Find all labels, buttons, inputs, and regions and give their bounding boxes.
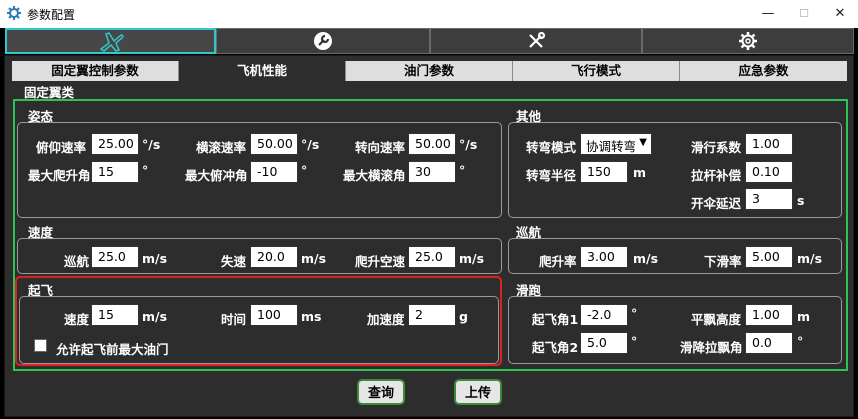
flare-angle-label: 滑降拉飘角 [680,340,743,355]
max-throttle-label: 允许起飞前最大油门 [56,342,169,357]
max-dive-input[interactable]: -10 [250,161,298,183]
subtab-fixed-wing-control[interactable]: 固定翼控制参数 [12,61,179,81]
takeoff-accel-unit: g [459,309,468,324]
turn-mode-select[interactable]: 协调转弯 ▼ [580,133,652,155]
roll-rate-unit: °/s [301,137,320,152]
gear-icon [7,6,21,20]
takeoff-accel-label: 加速度 [367,312,405,327]
pitch-rate-label: 俯仰速率 [36,140,87,155]
max-climb-unit: ° [142,163,149,178]
turn-radius-input[interactable]: 150 [580,161,628,183]
subtab-emergency[interactable]: 应急参数 [680,61,847,81]
turn-radius-unit: m [633,165,647,180]
turn-mode-label: 转弯模式 [526,140,577,155]
tab-settings[interactable] [642,28,854,54]
max-dive-label: 最大俯冲角 [185,168,248,183]
other-title: 其他 [516,109,542,124]
stall-speed-input[interactable]: 20.0 [250,246,298,268]
max-bank-unit: ° [459,163,466,178]
subtab-flight-mode[interactable]: 飞行模式 [513,61,680,81]
tab-maintenance[interactable] [216,28,430,54]
climb-rate-label: 爬升率 [539,254,577,269]
max-dive-unit: ° [301,163,308,178]
cruise-speed-unit: m/s [142,251,168,266]
maximize-button[interactable]: ☐ [794,4,814,24]
takeoff-time-label: 时间 [221,312,247,327]
close-button[interactable]: ✕ [830,4,850,24]
cruise-title: 巡航 [516,225,542,240]
tab-airplane[interactable] [5,28,216,54]
sink-rate-input[interactable]: 5.00 [745,246,793,268]
pitch-rate-unit: °/s [142,137,161,152]
chute-delay-input[interactable]: 3 [745,188,793,210]
icon-tab-bar [0,28,858,54]
dropdown-arrow-icon: ▼ [639,137,647,148]
takeoff-accel-input[interactable]: 2 [408,304,456,326]
gear-icon [739,32,757,50]
tab-tools[interactable] [430,28,642,54]
turn-radius-label: 转弯半径 [526,168,577,183]
climb-rate-input[interactable]: 3.00 [580,246,628,268]
chute-delay-label: 开伞延迟 [691,196,742,211]
takeoff-time-input[interactable]: 100 [250,304,298,326]
turn-mode-value: 协调转弯 [586,139,637,154]
takeoff-time-unit: ms [301,309,322,324]
takeoff-angle1-unit: ° [631,306,638,321]
sink-rate-label: 下滑率 [704,254,742,269]
climb-rate-unit: m/s [633,251,659,266]
level-height-input[interactable]: 1.00 [745,304,793,326]
takeoff-speed-input[interactable]: 15 [91,304,139,326]
airplane-icon [99,32,124,52]
yaw-rate-unit: °/s [459,137,478,152]
cruise-speed-input[interactable]: 25.0 [91,246,139,268]
takeoff-angle1-input[interactable]: -2.0 [580,304,628,326]
tools-icon [529,31,546,48]
roll-title: 滑跑 [516,283,542,298]
wrench-circle-icon [314,32,332,50]
climb-airspeed-label: 爬升空速 [355,254,406,269]
max-bank-input[interactable]: 30 [408,161,456,183]
takeoff-angle2-unit: ° [631,334,638,349]
chute-delay-unit: s [797,193,805,208]
max-bank-label: 最大横滚角 [343,168,406,183]
level-height-unit: m [797,309,811,324]
attitude-title: 姿态 [28,109,54,124]
speed-title: 速度 [28,225,54,240]
glide-label: 滑行系数 [691,140,742,155]
title-bar: 参数配置 — ☐ ✕ [0,0,858,28]
max-throttle-checkbox[interactable] [34,339,47,352]
subtab-aircraft-performance[interactable]: 飞机性能 [179,61,346,81]
glide-input[interactable]: 1.00 [745,133,793,155]
cruise-speed-label: 巡航 [64,254,90,269]
yaw-rate-label: 转向速率 [355,140,406,155]
sink-rate-unit: m/s [797,251,823,266]
climb-airspeed-unit: m/s [459,251,485,266]
stall-speed-unit: m/s [301,251,327,266]
takeoff-speed-unit: m/s [142,309,168,324]
climb-airspeed-input[interactable]: 25.0 [408,246,456,268]
roll-rate-input[interactable]: 50.00 [250,133,298,155]
takeoff-angle1-label: 起飞角1 [532,312,579,327]
takeoff-speed-label: 速度 [64,312,90,327]
max-climb-input[interactable]: 15 [91,161,139,183]
takeoff-angle2-input[interactable]: 5.0 [580,332,628,354]
roll-rate-label: 横滚速率 [196,140,247,155]
takeoff-angle2-label: 起飞角2 [532,340,579,355]
pull-comp-input[interactable]: 0.10 [745,161,793,183]
flare-angle-unit: ° [797,334,804,349]
flare-angle-input[interactable]: 0.0 [745,332,793,354]
yaw-rate-input[interactable]: 50.00 [408,133,456,155]
subtab-throttle[interactable]: 油门参数 [346,61,513,81]
pitch-rate-input[interactable]: 25.00 [91,133,139,155]
max-climb-label: 最大爬升角 [28,168,91,183]
pull-comp-label: 拉杆补偿 [691,168,742,183]
minimize-button[interactable]: — [758,4,778,24]
window-title: 参数配置 [27,8,76,22]
upload-button[interactable]: 上传 [454,379,502,405]
stall-speed-label: 失速 [221,254,247,269]
level-height-label: 平飘高度 [691,312,742,327]
query-button[interactable]: 查询 [357,379,405,405]
